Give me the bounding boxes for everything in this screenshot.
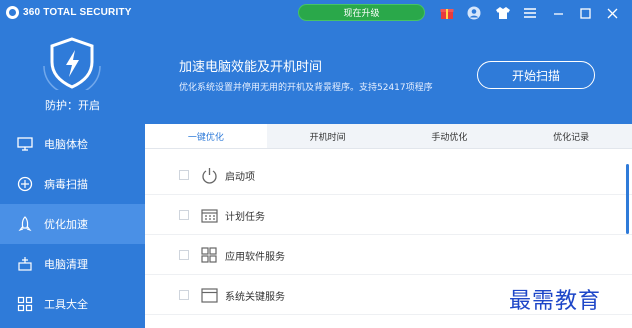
rocket-icon xyxy=(16,215,34,233)
item-label: 系统关键服务 xyxy=(225,292,285,303)
shield-icon xyxy=(43,37,101,90)
sidebar-item-label: 优化加速 xyxy=(44,218,88,231)
upgrade-button[interactable]: 现在升级 xyxy=(298,4,425,21)
sidebar-item-label: 病毒扫描 xyxy=(44,178,88,191)
calendar-icon xyxy=(199,205,219,225)
title-bar: 现在升级 xyxy=(145,0,632,26)
grid-icon xyxy=(16,295,34,313)
sidebar-item-label: 工具大全 xyxy=(44,298,88,311)
user-icon[interactable] xyxy=(465,4,483,22)
start-scan-button[interactable]: 开始扫描 xyxy=(477,61,595,89)
sidebar-item-tools[interactable]: 工具大全 xyxy=(0,284,145,324)
sidebar-item-label: 电脑体检 xyxy=(44,138,88,151)
item-checkbox[interactable] xyxy=(179,210,189,220)
optimize-banner: 加速电脑效能及开机时间 优化系统设置并停用无用的开机及背景程序。支持52417项… xyxy=(145,26,632,124)
tab-bar: 一键优化 开机时间 手动优化 优化记录 xyxy=(145,124,632,149)
protection-status: 防护：开启 xyxy=(45,99,100,112)
sidebar: 360 TOTAL SECURITY 防护：开启 电脑体检 病毒扫描 优化加速 xyxy=(0,0,145,328)
minimize-icon[interactable] xyxy=(549,4,567,22)
apps-icon xyxy=(199,245,219,265)
list-item[interactable]: 计划任务 xyxy=(145,195,632,235)
item-checkbox[interactable] xyxy=(179,170,189,180)
monitor-icon xyxy=(16,135,34,153)
sidebar-item-checkup[interactable]: 电脑体检 xyxy=(0,124,145,164)
item-label: 启动项 xyxy=(225,172,255,183)
window-icon xyxy=(199,285,219,305)
sidebar-item-virus-scan[interactable]: 病毒扫描 xyxy=(0,164,145,204)
close-icon[interactable] xyxy=(603,4,621,22)
shirt-icon[interactable] xyxy=(494,4,512,22)
sidebar-item-optimize[interactable]: 优化加速 xyxy=(0,204,145,244)
banner-title: 加速电脑效能及开机时间 xyxy=(179,60,323,75)
sidebar-item-label: 电脑清理 xyxy=(44,258,88,271)
tab-one-click-optimize[interactable]: 一键优化 xyxy=(145,124,267,148)
brand-name: 360 TOTAL SECURITY xyxy=(23,6,132,18)
sidebar-nav: 电脑体检 病毒扫描 优化加速 电脑清理 工具大全 xyxy=(0,124,145,324)
item-checkbox[interactable] xyxy=(179,290,189,300)
brand: 360 TOTAL SECURITY xyxy=(6,4,132,20)
tab-optimize-history[interactable]: 优化记录 xyxy=(510,124,632,148)
item-label: 计划任务 xyxy=(225,212,265,223)
broom-icon xyxy=(16,255,34,273)
item-checkbox[interactable] xyxy=(179,250,189,260)
item-label: 应用软件服务 xyxy=(225,252,285,263)
list-item[interactable]: 启动项 xyxy=(145,155,632,195)
tab-manual-optimize[interactable]: 手动优化 xyxy=(389,124,511,148)
list-item[interactable]: 应用软件服务 xyxy=(145,235,632,275)
gift-icon[interactable] xyxy=(438,4,456,22)
scrollbar[interactable] xyxy=(626,164,629,234)
sidebar-item-cleanup[interactable]: 电脑清理 xyxy=(0,244,145,284)
brand-logo-icon xyxy=(6,5,19,19)
banner-subtitle: 优化系统设置并停用无用的开机及背景程序。支持52417项程序 xyxy=(179,83,433,93)
maximize-icon[interactable] xyxy=(576,4,594,22)
tab-boot-time[interactable]: 开机时间 xyxy=(267,124,389,148)
power-icon xyxy=(199,165,219,185)
watermark: 最需教育 xyxy=(509,289,602,314)
scan-icon xyxy=(16,175,34,193)
menu-icon[interactable] xyxy=(521,4,539,22)
